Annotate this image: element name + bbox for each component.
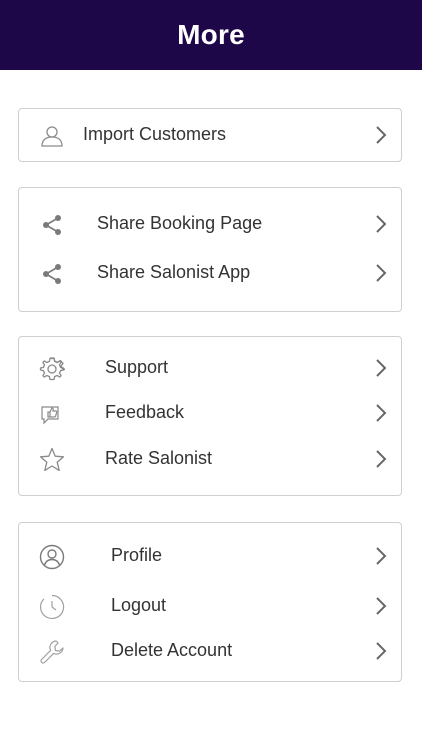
share-salonist-app-label: Share Salonist App <box>97 262 251 282</box>
rate-salonist-item[interactable]: Rate Salonist <box>19 437 401 481</box>
chevron-right-icon <box>375 641 387 661</box>
import-customers-item[interactable]: Import Customers <box>19 113 401 157</box>
share-group: Share Booking Page Share Salonist App <box>18 187 402 312</box>
logout-item[interactable]: Logout <box>19 584 401 628</box>
share-icon <box>39 212 65 238</box>
chevron-right-icon <box>375 596 387 616</box>
feedback-thumbs-up-icon <box>39 401 65 427</box>
rate-salonist-label: Rate Salonist <box>105 448 213 468</box>
chevron-right-icon <box>375 449 387 469</box>
profile-circle-icon <box>39 544 65 570</box>
support-label: Support <box>105 357 169 377</box>
chevron-right-icon <box>375 214 387 234</box>
feedback-label: Feedback <box>105 402 185 422</box>
chevron-right-icon <box>375 358 387 378</box>
page-title: More <box>177 19 245 50</box>
share-salonist-app-item[interactable]: Share Salonist App <box>19 251 401 295</box>
support-item[interactable]: Support <box>19 346 401 390</box>
feedback-item[interactable]: Feedback <box>19 391 401 435</box>
share-booking-page-item[interactable]: Share Booking Page <box>19 202 401 246</box>
import-customers-label: Import Customers <box>83 124 227 144</box>
import-group: Import Customers <box>18 108 402 162</box>
delete-account-item[interactable]: Delete Account <box>19 629 401 673</box>
share-booking-page-label: Share Booking Page <box>97 213 263 233</box>
support-group: Support Feedback Rate Salonist <box>18 336 402 496</box>
logout-clock-icon <box>39 594 65 620</box>
chevron-right-icon <box>375 546 387 566</box>
chevron-right-icon <box>375 263 387 283</box>
share-icon <box>39 261 65 287</box>
logout-label: Logout <box>111 595 167 615</box>
chevron-right-icon <box>375 403 387 423</box>
profile-label: Profile <box>111 545 163 565</box>
app-header: More <box>0 0 422 70</box>
wrench-icon <box>39 639 65 665</box>
person-outline-icon <box>39 123 65 149</box>
profile-item[interactable]: Profile <box>19 534 401 578</box>
account-group: Profile Logout Delete Account <box>18 522 402 682</box>
star-icon <box>39 447 65 473</box>
delete-account-label: Delete Account <box>111 640 233 660</box>
gear-icon <box>39 356 65 382</box>
chevron-right-icon <box>375 125 387 145</box>
